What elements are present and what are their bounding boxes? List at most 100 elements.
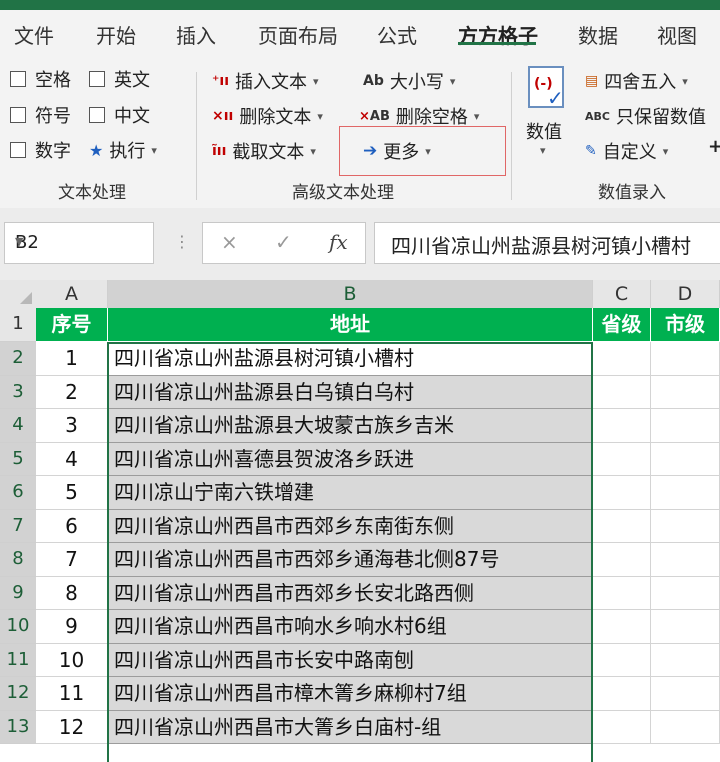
cell-city[interactable] <box>651 375 720 409</box>
formula-input[interactable]: 四川省凉山州盐源县树河镇小槽村 <box>374 222 720 264</box>
numeric-button[interactable]: (-) ✓ 数值 ▾ <box>522 66 574 162</box>
plus-icon[interactable]: + <box>708 136 720 157</box>
row-header[interactable]: 6 <box>0 476 36 510</box>
checkbox-box[interactable] <box>89 71 105 87</box>
cell-city[interactable] <box>651 610 720 644</box>
execute-button[interactable]: ★ 执行 ▾ <box>89 137 157 163</box>
cell-city[interactable] <box>651 509 720 543</box>
spreadsheet-grid[interactable]: A B C D 1 序号 地址 省级 市级 2 1 四川省凉山州盐源县树河镇小槽村 3… <box>0 280 720 744</box>
row-header[interactable]: 10 <box>0 610 36 644</box>
cell-city[interactable] <box>651 677 720 711</box>
tab-data[interactable]: 数据 <box>578 20 618 49</box>
cell-sequence-number[interactable]: 6 <box>36 509 108 543</box>
cell-province[interactable] <box>593 677 651 711</box>
custom-button[interactable]: ✎ 自定义 ▾ <box>585 138 668 164</box>
checkbox-symbol[interactable]: 符号 <box>10 102 71 128</box>
tab-insert[interactable]: 插入 <box>176 20 216 49</box>
tab-formulas[interactable]: 公式 <box>377 20 417 49</box>
cell-city[interactable] <box>651 476 720 510</box>
cell-address[interactable]: 四川省凉山州西昌市大箐乡白庙村-组 <box>108 710 593 744</box>
cell-province[interactable] <box>593 375 651 409</box>
row-header[interactable]: 5 <box>0 442 36 476</box>
row-header[interactable]: 11 <box>0 643 36 677</box>
cell-address[interactable]: 四川省凉山州西昌市樟木箐乡麻柳村7组 <box>108 677 593 711</box>
formula-bar-grip-icon[interactable]: ⋮ <box>174 232 190 251</box>
cell-province[interactable] <box>593 576 651 610</box>
round-button[interactable]: ▤ 四舍五入 ▾ <box>585 68 688 94</box>
cell-province[interactable] <box>593 409 651 443</box>
extract-text-button[interactable]: ĩıı 截取文本 ▾ <box>212 138 316 164</box>
cell-address[interactable]: 四川省凉山州喜德县贺波洛乡跃进 <box>108 442 593 476</box>
cell-address[interactable]: 四川省凉山州西昌市西郊乡东南街东侧 <box>108 509 593 543</box>
row-header[interactable]: 13 <box>0 710 36 744</box>
cell-province[interactable] <box>593 509 651 543</box>
cell-sequence-number[interactable]: 9 <box>36 610 108 644</box>
cell-city[interactable] <box>651 409 720 443</box>
cell-city[interactable] <box>651 543 720 577</box>
cell-city[interactable] <box>651 643 720 677</box>
confirm-icon[interactable]: ✓ <box>275 230 292 254</box>
header-cell-address[interactable]: 地址 <box>108 308 593 342</box>
tab-page-layout[interactable]: 页面布局 <box>258 20 338 49</box>
cell-province[interactable] <box>593 342 651 376</box>
cell-province[interactable] <box>593 442 651 476</box>
cell-address[interactable]: 四川省凉山州西昌市长安中路南刨 <box>108 643 593 677</box>
insert-text-button[interactable]: ⁺ıı 插入文本 ▾ <box>212 68 319 94</box>
cell-address[interactable]: 四川省凉山州盐源县树河镇小槽村 <box>108 342 593 376</box>
cell-province[interactable] <box>593 710 651 744</box>
cell-sequence-number[interactable]: 10 <box>36 643 108 677</box>
cell-city[interactable] <box>651 342 720 376</box>
name-box[interactable]: B2 ▼ <box>4 222 154 264</box>
cell-province[interactable] <box>593 610 651 644</box>
row-header[interactable]: 3 <box>0 375 36 409</box>
checkbox-number[interactable]: 数字 <box>10 137 71 163</box>
row-header[interactable]: 12 <box>0 677 36 711</box>
cell-address[interactable]: 四川省凉山州西昌市响水乡响水村6组 <box>108 610 593 644</box>
checkbox-english[interactable]: 英文 <box>89 66 150 92</box>
tab-file[interactable]: 文件 <box>14 20 54 49</box>
cell-sequence-number[interactable]: 1 <box>36 342 108 376</box>
cell-sequence-number[interactable]: 2 <box>36 375 108 409</box>
header-cell-province[interactable]: 省级 <box>593 308 651 342</box>
cell-province[interactable] <box>593 643 651 677</box>
column-header-b[interactable]: B <box>108 280 593 308</box>
row-header[interactable]: 4 <box>0 409 36 443</box>
cell-sequence-number[interactable]: 4 <box>36 442 108 476</box>
cell-sequence-number[interactable]: 8 <box>36 576 108 610</box>
row-header[interactable]: 8 <box>0 543 36 577</box>
cell-sequence-number[interactable]: 7 <box>36 543 108 577</box>
cell-address[interactable]: 四川省凉山州西昌市西郊乡长安北路西侧 <box>108 576 593 610</box>
cell-sequence-number[interactable]: 5 <box>36 476 108 510</box>
header-cell-city[interactable]: 市级 <box>651 308 720 342</box>
cell-province[interactable] <box>593 476 651 510</box>
checkbox-box[interactable] <box>89 107 105 123</box>
checkbox-box[interactable] <box>10 71 26 87</box>
cell-sequence-number[interactable]: 11 <box>36 677 108 711</box>
cancel-icon[interactable]: × <box>221 230 238 254</box>
checkbox-space[interactable]: 空格 <box>10 66 71 92</box>
cell-province[interactable] <box>593 543 651 577</box>
case-button[interactable]: Ab 大小写 ▾ <box>363 68 455 94</box>
checkbox-box[interactable] <box>10 107 26 123</box>
cell-city[interactable] <box>651 442 720 476</box>
row-header[interactable]: 9 <box>0 576 36 610</box>
delete-text-button[interactable]: ×ıı 删除文本 ▾ <box>212 103 323 129</box>
tab-home[interactable]: 开始 <box>96 20 136 49</box>
column-header-c[interactable]: C <box>593 280 651 308</box>
row-header[interactable]: 2 <box>0 342 36 376</box>
header-cell-no[interactable]: 序号 <box>36 308 108 342</box>
cell-sequence-number[interactable]: 3 <box>36 409 108 443</box>
checkbox-box[interactable] <box>10 142 26 158</box>
function-icon[interactable]: fx <box>329 230 348 254</box>
cell-address[interactable]: 四川省凉山州盐源县白乌镇白乌村 <box>108 375 593 409</box>
select-all-corner[interactable] <box>0 280 36 308</box>
cell-city[interactable] <box>651 576 720 610</box>
tab-view[interactable]: 视图 <box>657 20 697 49</box>
cell-city[interactable] <box>651 710 720 744</box>
row-header[interactable]: 7 <box>0 509 36 543</box>
cell-address[interactable]: 四川凉山宁南六铁增建 <box>108 476 593 510</box>
chevron-down-icon[interactable]: ▼ <box>15 235 145 248</box>
cell-sequence-number[interactable]: 12 <box>36 710 108 744</box>
column-header-d[interactable]: D <box>651 280 720 308</box>
checkbox-chinese[interactable]: 中文 <box>89 102 150 128</box>
